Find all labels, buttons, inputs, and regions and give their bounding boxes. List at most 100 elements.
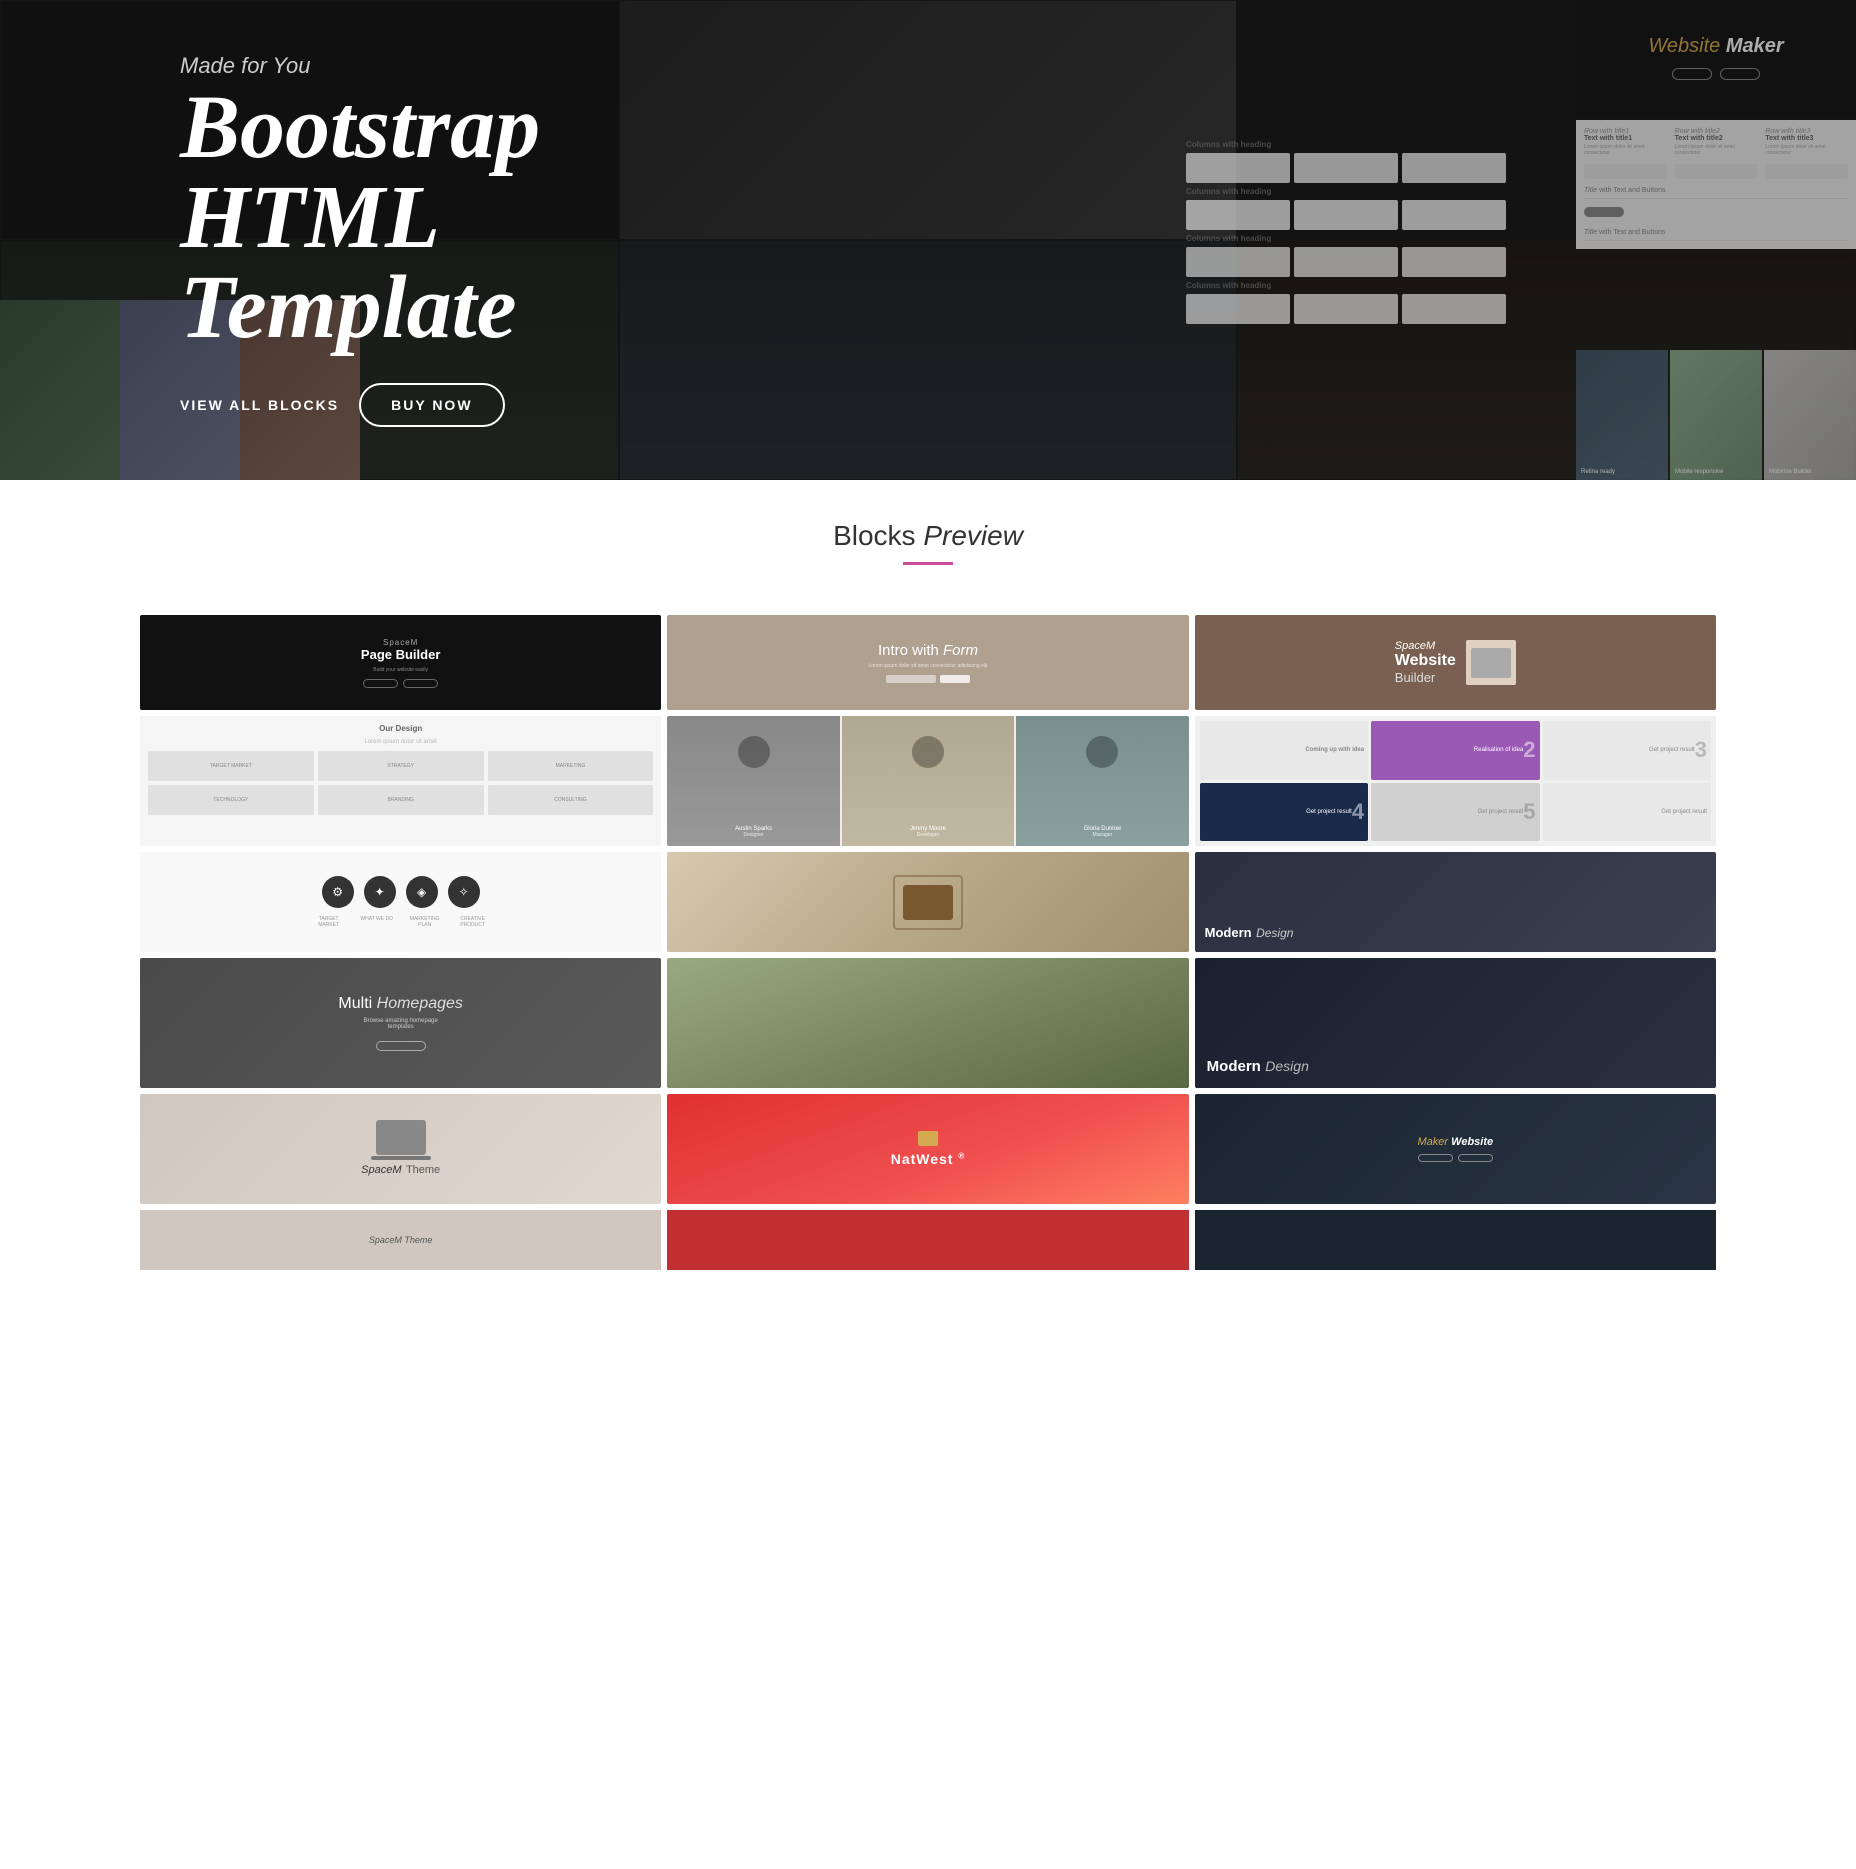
od-item-1: TARGET MARKET (148, 751, 314, 781)
tile-numbered[interactable]: Coming up with idea Realisation of idea … (1195, 716, 1716, 846)
team-member-1: Austin Sparks Designer (667, 716, 839, 846)
natwest-brand-area: NatWest ® (891, 1151, 966, 1167)
ng-realisation: Realisation of idea 2 (1371, 721, 1539, 780)
spacem-website-sub: Builder (1395, 670, 1435, 685)
spacem-builder-desc-container: Build your website easily (373, 667, 428, 673)
tile-website-maker[interactable]: Maker Website (1195, 1094, 1716, 1204)
team-name-2: Jimmy Moore (910, 826, 946, 832)
form-input-1[interactable] (886, 675, 936, 683)
hero-subtitle: Made for You (180, 53, 540, 79)
modern-em-2: Design (1265, 1058, 1309, 1074)
tile-intro-form[interactable]: Intro with Form Lorem ipsum dolor sit am… (667, 615, 1188, 710)
col-row-3 (1186, 247, 1506, 277)
intro-form-title: Intro with Form (878, 642, 978, 659)
spacem-btn-2[interactable] (403, 679, 438, 688)
ng-coming-up: Coming up with idea (1200, 721, 1368, 780)
modern-label-2: Modern (1207, 1058, 1261, 1075)
tile-spacem-theme[interactable]: SpaceM Theme (140, 1094, 661, 1204)
icon-label-3: MARKETING PLAN (405, 916, 445, 928)
od-item-4: TECHNOLOGY (148, 785, 314, 815)
col-2: Row with title2 Text with title2 Lorem i… (1675, 128, 1758, 156)
conference-room-bg (667, 852, 1188, 952)
col-3: Row with title3 Text with title3 Lorem i… (1765, 128, 1848, 156)
team-role-1: Designer (744, 832, 764, 838)
icon-btn-2[interactable]: ✦ (364, 876, 396, 908)
icon-label-2: WHAT WE DO (357, 916, 397, 928)
three-col-row-1: Row with title1 Text with title1 Lorem i… (1584, 128, 1848, 156)
bp-left[interactable]: SpaceM Theme (140, 1210, 661, 1270)
spacem-builder-btns (363, 679, 438, 688)
ng-get-project-3: Get project result 5 (1371, 783, 1539, 842)
tile-spacem-website[interactable]: SpaceM Website Builder (1195, 615, 1716, 710)
spacem-website-text: SpaceM Website Builder (1395, 640, 1456, 685)
conference-chairs (893, 875, 963, 930)
photo-grid-right: Retina ready Mobile responsive Mobirise … (1576, 350, 1856, 480)
website-maker-btns (1418, 1154, 1493, 1162)
photo-3: Mobirise Builder (1764, 350, 1856, 480)
hero-title: Bootstrap HTML Template (180, 83, 540, 353)
multi-homepage-bg: Multi Homepages Browse amazing homepage … (140, 958, 661, 1088)
tile-our-design[interactable]: Our Design Lorem ipsum dolor sit amet TA… (140, 716, 661, 846)
tile-modern-design[interactable]: Modern Design (1195, 852, 1716, 952)
team-role-2: Developer (917, 832, 940, 838)
icons-content: ⚙ ✦ ◈ ✧ TARGET MARKET WHAT WE DO MARKETI… (140, 852, 661, 952)
tile-conference-room[interactable] (667, 852, 1188, 952)
team-name-1: Austin Sparks (735, 826, 772, 832)
spacem-builder-content: SpaceM Page Builder Build your website e… (140, 615, 661, 710)
team-member-2: Jimmy Moore Developer (842, 716, 1014, 846)
icon-btn-3[interactable]: ◈ (406, 876, 438, 908)
icons-row: ⚙ ✦ ◈ ✧ (322, 876, 480, 908)
three-col-row-2 (1584, 164, 1848, 179)
website-maker-label: Website Maker (1648, 35, 1783, 58)
tile-terrace[interactable] (667, 958, 1188, 1088)
intro-form-inputs (886, 675, 970, 683)
natwest-bg: NatWest ® (667, 1094, 1188, 1204)
tile-multi-homepage[interactable]: Multi Homepages Browse amazing homepage … (140, 958, 661, 1088)
col-row-4 (1186, 294, 1506, 324)
icon-labels-row: TARGET MARKET WHAT WE DO MARKETING PLAN … (309, 916, 493, 928)
team-avatar-1 (738, 736, 770, 768)
buy-now-button[interactable]: BUY NOW (359, 383, 504, 427)
team-role-3: Manager (1093, 832, 1113, 838)
photo-2: Mobile responsive (1670, 350, 1762, 480)
multi-homepage-btn[interactable] (376, 1041, 426, 1051)
icon-btn-1[interactable]: ⚙ (322, 876, 354, 908)
website-maker-buttons (1672, 68, 1760, 80)
tile-team[interactable]: Austin Sparks Designer Jimmy Moore Devel… (667, 716, 1188, 846)
website-maker-bg: Maker Website (1195, 1094, 1716, 1204)
multi-homepage-em: Homepages (377, 995, 463, 1012)
wm-btn-2[interactable] (1458, 1154, 1493, 1162)
spacem-builder-desc: Build your website easily (373, 667, 428, 673)
wm-btn-1[interactable] (1418, 1154, 1453, 1162)
blocks-preview-header: Blocks Preview (0, 480, 1856, 595)
form-submit[interactable] (940, 675, 970, 683)
icon-btn-4[interactable]: ✧ (448, 876, 480, 908)
tile-natwest[interactable]: NatWest ® (667, 1094, 1188, 1204)
modern-design-bg-2: Modern Design (1195, 958, 1716, 1088)
bp-left-label: SpaceM Theme (369, 1235, 433, 1245)
bp-center[interactable] (667, 1210, 1188, 1270)
website-maker-panel: Website Maker (1576, 0, 1856, 115)
modern-design-em: Design (1256, 926, 1293, 940)
spacem-theme-laptop (376, 1120, 426, 1155)
intro-form-content: Intro with Form Lorem ipsum dolor sit am… (667, 615, 1188, 710)
od-item-3: MARKETING (488, 751, 654, 781)
modern-design-bg: Modern Design (1195, 852, 1716, 952)
spacem-website-image (1466, 640, 1516, 685)
spacem-btn-1[interactable] (363, 679, 398, 688)
our-design-sub: Lorem ipsum dolor sit amet (148, 739, 653, 745)
photo-1: Retina ready (1576, 350, 1668, 480)
team-avatar-3 (1086, 736, 1118, 768)
bp-right[interactable] (1195, 1210, 1716, 1270)
tile-spacem-builder[interactable]: SpaceM Page Builder Build your website e… (140, 615, 661, 710)
our-design-heading: Our Design (148, 724, 653, 733)
natwest-brand-text: NatWest ® (891, 1151, 966, 1167)
view-all-blocks-button[interactable]: VIEW ALL BLOCKS (180, 397, 339, 413)
tile-modern-design-2[interactable]: Modern Design (1195, 958, 1716, 1088)
intro-form-desc: Lorem ipsum dolor sit amet consectetur a… (869, 663, 988, 669)
hero-section: Made for You Bootstrap HTML Template VIE… (0, 0, 1856, 480)
team-member-3: Gloria Dunlow Manager (1016, 716, 1188, 846)
tile-icons[interactable]: ⚙ ✦ ◈ ✧ TARGET MARKET WHAT WE DO MARKETI… (140, 852, 661, 952)
spacem-theme-label: Theme (406, 1164, 440, 1176)
multi-homepage-desc: Browse amazing homepage templates (351, 1018, 451, 1030)
